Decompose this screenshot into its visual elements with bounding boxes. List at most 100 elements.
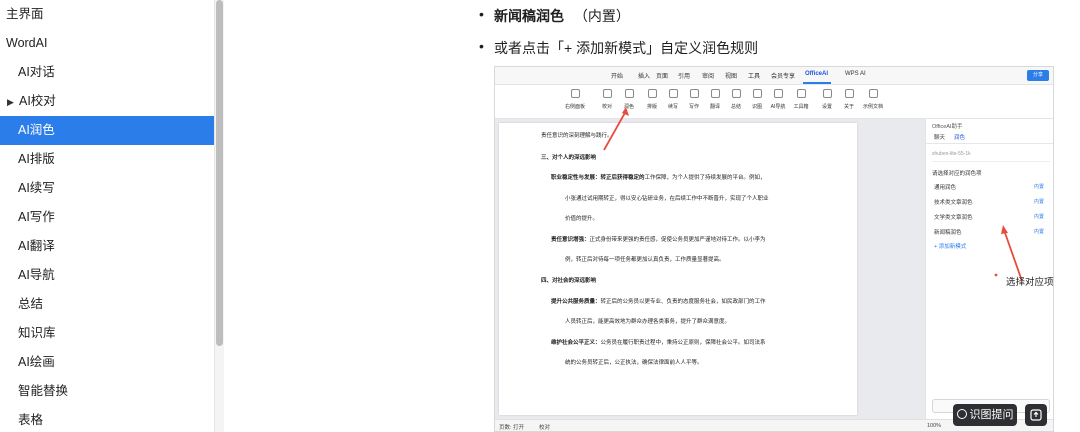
- ribbon-icon: [796, 89, 806, 98]
- ribbon-label: 校对: [601, 104, 612, 110]
- status-pages: 页数: 打开: [499, 425, 525, 431]
- add-new-mode-link[interactable]: + 添加新模式: [934, 242, 966, 250]
- image-upload-icon: [1030, 409, 1042, 421]
- sidebar-item-0[interactable]: 主界面: [0, 0, 214, 29]
- ribbon-label: 设置: [821, 104, 832, 110]
- sidebar-scrollbar-thumb[interactable]: [216, 0, 223, 346]
- ribbon-button-11[interactable]: 设置: [817, 89, 837, 110]
- document-area: 责任意识的深刻理解与践行。 三、对个人的深远影响 职业稳定性与发展：转正后获得稳定的…: [495, 119, 925, 419]
- wps-titlebar: 分享 开始 插入 页面 引用 审阅 视图 工具 会员专享 OfficeAI WPS AI: [495, 67, 1053, 85]
- expand-caret-icon[interactable]: ▶: [7, 88, 19, 117]
- ribbon-label: 润色: [623, 104, 634, 110]
- officeai-tab-underline: [803, 82, 831, 84]
- doc-line: 统的公务员转正后，公正执法，确保法律面前人人平等。: [565, 358, 703, 366]
- polish-option-2[interactable]: 文学类文章润色: [934, 213, 973, 221]
- sidebar-item-6[interactable]: AI续写: [0, 174, 214, 203]
- sidebar-item-9[interactable]: AI导航: [0, 261, 214, 290]
- menu-tab-9[interactable]: WPS AI: [845, 71, 866, 77]
- ribbon-button-7[interactable]: 总结: [726, 89, 746, 110]
- ribbon-button-6[interactable]: 翻译: [705, 89, 725, 110]
- ocr-question-button[interactable]: 识图提问: [953, 404, 1017, 426]
- doc-line-text: 人员转正后，能更高效地为群众办理各类事务，提升了群众满意度。: [565, 319, 731, 325]
- panel-title: OfficeAI助手: [932, 124, 963, 130]
- ribbon-button-10[interactable]: 工具箱: [791, 89, 811, 110]
- sidebar-item-4[interactable]: AI润色: [0, 116, 214, 145]
- annotation-select-item: 选择对应项: [1006, 277, 1054, 288]
- ribbon-button-12[interactable]: 关于: [839, 89, 859, 110]
- sidebar-item-3[interactable]: ▶ AI校对: [0, 87, 214, 116]
- ribbon-label: 示例文档: [863, 104, 884, 110]
- ribbon-icon: [868, 89, 878, 98]
- ribbon-icon: [689, 89, 699, 98]
- doc-line-lead: 责任意识增强：: [551, 237, 590, 243]
- ribbon-icon: [752, 89, 762, 98]
- menu-tab-8[interactable]: OfficeAI: [805, 71, 828, 77]
- document-page: 责任意识的深刻理解与践行。 三、对个人的深远影响 职业稳定性与发展：转正后获得稳定的…: [499, 123, 857, 415]
- menu-tab-5[interactable]: 视图: [725, 71, 737, 80]
- sidebar-item-13[interactable]: 智能替换: [0, 377, 214, 406]
- sidebar-item-8[interactable]: AI翻译: [0, 232, 214, 261]
- ribbon-label: 续写: [667, 104, 678, 110]
- menu-tab-2[interactable]: 页面: [656, 71, 668, 80]
- polish-option-1[interactable]: 技术类文章润色: [934, 198, 973, 206]
- sidebar-item-5[interactable]: AI排版: [0, 145, 214, 174]
- share-button[interactable]: 分享: [1027, 70, 1049, 81]
- sidebar-item-label: 表格: [18, 413, 44, 427]
- builtin-tag: 内置: [1034, 229, 1045, 235]
- wps-screenshot: 分享 开始 插入 页面 引用 审阅 视图 工具 会员专享 OfficeAI WPS AI 右侧面板…: [494, 66, 1054, 432]
- ribbon-button-0[interactable]: 右侧面板: [565, 89, 585, 110]
- officeai-ribbon: 右侧面板 校对 润色 排版 续写 写作 翻译 总结 识图 AI导航 工具箱 设置 关于 示例文档: [495, 85, 1053, 119]
- menu-tab-0[interactable]: 开始: [611, 71, 623, 80]
- ribbon-button-4[interactable]: 续写: [663, 89, 683, 110]
- ribbon-button-9[interactable]: AI导航: [768, 89, 788, 110]
- panel-model-name: shuben-lite-55-1k: [932, 151, 971, 157]
- sidebar-item-1[interactable]: WordAI: [0, 29, 214, 58]
- ribbon-button-5[interactable]: 写作: [684, 89, 704, 110]
- menu-tab-7[interactable]: 会员专享: [771, 71, 795, 80]
- bullet-suffix-text: （内置）: [573, 8, 630, 24]
- sidebar-item-label: AI润色: [18, 123, 55, 137]
- ribbon-button-8[interactable]: 识图: [747, 89, 767, 110]
- ribbon-icon: [647, 89, 657, 98]
- doc-line: 三、对个人的深远影响: [541, 153, 596, 161]
- doc-line-text: 小张通过试用期转正，得以安心钻研业务，在后续工作中不断晋升，实现了个人职业: [565, 196, 769, 202]
- status-proofread[interactable]: 校对: [539, 423, 550, 431]
- sidebar-item-2[interactable]: AI对话: [0, 58, 214, 87]
- ribbon-icon: [822, 89, 832, 98]
- doc-line: 责任意识增强：正式身份带来更强的责任感，促使公务员更加严谨地对待工作。以小李为: [551, 235, 766, 243]
- ribbon-icon: [624, 89, 634, 98]
- ribbon-label: 写作: [688, 104, 699, 110]
- builtin-tag: 内置: [1034, 214, 1045, 220]
- sidebar-item-12[interactable]: AI绘画: [0, 348, 214, 377]
- menu-tab-4[interactable]: 审阅: [702, 71, 714, 80]
- status-zoom[interactable]: 100%: [927, 423, 941, 429]
- sidebar-item-14[interactable]: 表格: [0, 406, 214, 432]
- doc-line-text: 转正后的公务员以更专业、负责的态度服务社会，如民政部门的工作: [600, 299, 766, 305]
- sidebar-item-11[interactable]: 知识库: [0, 319, 214, 348]
- sidebar-item-10[interactable]: 总结: [0, 290, 214, 319]
- sidebar-item-label: AI对话: [18, 65, 55, 79]
- sidebar-item-7[interactable]: AI写作: [0, 203, 214, 232]
- ribbon-button-2[interactable]: 润色: [619, 89, 639, 110]
- bullet-text: 或者点击「+ 添加新模式」自定义润色规则: [494, 40, 759, 56]
- sidebar-item-label: AI绘画: [18, 355, 55, 369]
- ribbon-label: 排版: [646, 104, 657, 110]
- bullet-dot: •: [479, 6, 484, 22]
- ribbon-button-3[interactable]: 排版: [642, 89, 662, 110]
- menu-tab-1[interactable]: 插入: [638, 71, 650, 80]
- menu-tab-6[interactable]: 工具: [748, 71, 760, 80]
- polish-option-0[interactable]: 通用润色: [934, 183, 956, 191]
- ribbon-label: AI导航: [770, 104, 786, 110]
- sidebar-item-label: AI导航: [18, 268, 55, 282]
- sidebar-item-label: AI校对: [19, 94, 56, 108]
- panel-tab-chat[interactable]: 聊天: [934, 133, 945, 141]
- upload-image-button[interactable]: [1025, 404, 1047, 426]
- bullet-bold-text: 新闻稿润色: [494, 8, 564, 24]
- polish-option-3[interactable]: 新闻稿润色: [934, 228, 962, 236]
- panel-tab-polish[interactable]: 润色: [954, 133, 965, 141]
- doc-line: 责任意识的深刻理解与践行。: [541, 131, 613, 139]
- doc-line-text: 正式身份带来更强的责任感，促使公务员更加严谨地对待工作。以小李为: [589, 237, 766, 243]
- ribbon-button-1[interactable]: 校对: [597, 89, 617, 110]
- menu-tab-3[interactable]: 引用: [678, 71, 690, 80]
- ribbon-button-13[interactable]: 示例文档: [863, 89, 883, 110]
